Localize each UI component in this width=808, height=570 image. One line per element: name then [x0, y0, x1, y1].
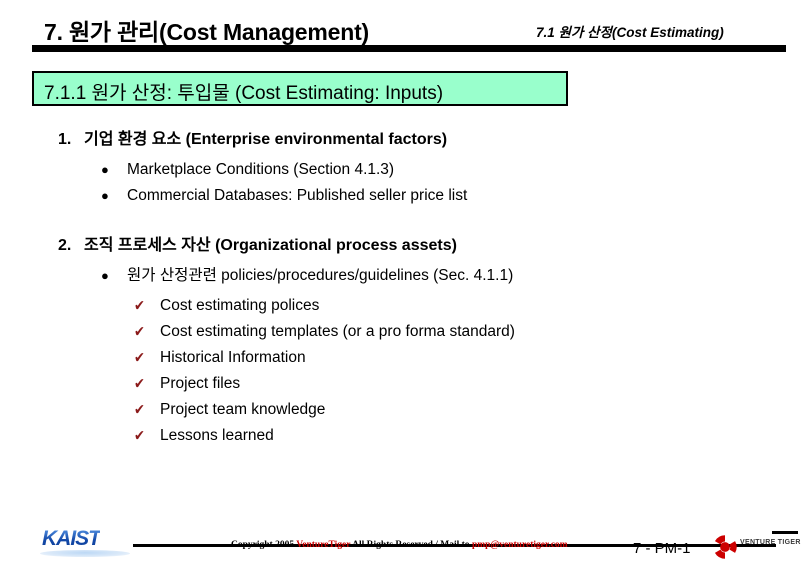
list-item: ✔ Cost estimating templates (or a pro fo…: [134, 319, 808, 345]
venturetiger-swirl-icon: [712, 534, 738, 560]
list-item-label: Marketplace Conditions (Section 4.1.3): [127, 161, 395, 178]
slide-header: 7. 원가 관리(Cost Management) 7.1 원가 산정(Cost…: [0, 0, 808, 60]
list-item-label: Historical Information: [160, 349, 306, 366]
list-item-label: Cost estimating polices: [160, 297, 320, 314]
list-item-2-number: 2.: [58, 237, 72, 254]
copyright-prefix: Copyright 2005: [231, 540, 297, 550]
filled-circle-bullet-icon: ●: [101, 162, 109, 177]
list-item: ● Commercial Databases: Published seller…: [101, 183, 808, 209]
logo-top-rule: [772, 531, 798, 534]
section-title-label: 7.1.1 원가 산정: 투입물 (Cost Estimating: Input…: [44, 83, 444, 104]
filled-circle-bullet-icon: ●: [101, 268, 109, 283]
list-item-label: Project team knowledge: [160, 401, 326, 418]
venturetiger-logo: VENTURE TIGER: [712, 531, 800, 563]
list-item-2-sub-bullets: ✔ Cost estimating polices ✔ Cost estimat…: [0, 293, 808, 449]
list-item: ✔ Project team knowledge: [134, 397, 808, 423]
kaist-logo-text: KAIST: [42, 527, 101, 550]
list-item-1: 1. 기업 환경 요소 (Enterprise environmental fac…: [58, 125, 808, 149]
slide-canvas: { "header": { "title": "7. 원가 관리(Cost Ma…: [0, 0, 808, 570]
list-item: ✔ Lessons learned: [134, 423, 808, 449]
slide-body: 1. 기업 환경 요소 (Enterprise environmental fac…: [0, 125, 808, 449]
list-item: ✔ Cost estimating polices: [134, 293, 808, 319]
kaist-logo: KAIST: [40, 527, 132, 559]
list-item: ● Marketplace Conditions (Section 4.1.3): [101, 157, 808, 183]
page-number: 7 - PM-1: [633, 540, 691, 557]
list-item: ✔ Project files: [134, 371, 808, 397]
filled-circle-bullet-icon: ●: [101, 188, 109, 203]
list-item: ✔ Historical Information: [134, 345, 808, 371]
list-item-1-bullets: ● Marketplace Conditions (Section 4.1.3)…: [0, 157, 808, 209]
venturetiger-logo-text: VENTURE TIGER: [740, 539, 801, 546]
list-item-2: 2. 조직 프로세스 자산 (Organizational process ass…: [58, 231, 808, 255]
copyright-brand: VentureTiger: [296, 540, 351, 550]
list-item-label: Cost estimating templates (or a pro form…: [160, 323, 515, 340]
list-item-label: Lessons learned: [160, 427, 274, 444]
wingding-check-bullet-icon: ✔: [134, 426, 145, 445]
list-item-label: 원가 산정관련 policies/procedures/guidelines (…: [127, 267, 514, 284]
list-item-2-heading: 조직 프로세스 자산 (Organizational process asset…: [84, 237, 457, 254]
header-subtitle: 7.1 원가 산정(Cost Estimating): [536, 25, 724, 40]
list-item-2-bullets: ● 원가 산정관련 policies/procedures/guidelines…: [0, 263, 808, 289]
list-item: ● 원가 산정관련 policies/procedures/guidelines…: [101, 263, 808, 289]
copyright-email: pmp@venturetiger.com: [471, 540, 568, 550]
kaist-logo-swoosh-icon: [40, 550, 130, 557]
copyright-notice: Copyright 2005 VentureTiger All Rights R…: [231, 540, 568, 550]
list-item-label: Commercial Databases: Published seller p…: [127, 187, 468, 204]
list-item-label: Project files: [160, 375, 241, 392]
header-divider-bar: [32, 45, 786, 52]
list-item-1-number: 1.: [58, 131, 72, 148]
list-item-1-heading: 기업 환경 요소 (Enterprise environmental facto…: [84, 131, 448, 148]
section-title-box: 7.1.1 원가 산정: 투입물 (Cost Estimating: Input…: [32, 71, 568, 106]
page-title: 7. 원가 관리(Cost Management): [44, 19, 370, 45]
copyright-middle: All Rights Reserved / Mail to: [350, 540, 472, 550]
